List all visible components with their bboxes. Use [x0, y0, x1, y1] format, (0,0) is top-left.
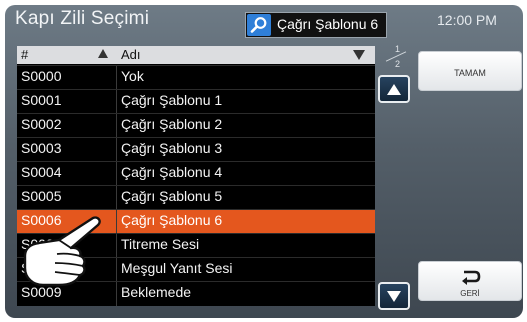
table-header: # Adı: [17, 46, 375, 64]
table-row[interactable]: S0000 Yok: [17, 65, 375, 90]
row-number: S0000: [21, 68, 62, 84]
back-label: GERİ: [460, 289, 480, 298]
column-divider: [116, 162, 117, 186]
column-divider: [116, 234, 117, 258]
row-number: S0001: [21, 92, 62, 108]
row-name: Titreme Sesi: [121, 236, 200, 252]
column-header-name[interactable]: Adı: [121, 47, 141, 62]
table-row[interactable]: S0003 Çağrı Şablonu 3: [17, 137, 375, 162]
row-number: S0003: [21, 140, 62, 156]
scroll-down-button[interactable]: [378, 282, 410, 310]
dropdown-icon[interactable]: [353, 50, 365, 60]
arrow-down-icon: [387, 291, 401, 302]
column-divider: [116, 114, 117, 138]
search-field[interactable]: Çağrı Şablonu 6: [245, 12, 387, 38]
row-name: Çağrı Şablonu 6: [121, 212, 223, 228]
return-arrow-icon: [462, 270, 481, 285]
table-row[interactable]: S0001 Çağrı Şablonu 1: [17, 89, 375, 114]
row-name: Çağrı Şablonu 1: [121, 92, 223, 108]
clock: 12:00 PM: [437, 12, 497, 28]
row-number: S0004: [21, 164, 62, 180]
search-icon: [250, 17, 267, 33]
hand-pointer-icon: [23, 216, 101, 287]
column-divider: [116, 186, 117, 210]
column-divider: [116, 210, 117, 234]
search-value: Çağrı Şablonu 6: [277, 16, 379, 32]
scroll-controls: 1 2: [376, 44, 416, 310]
row-name: Beklemede: [121, 284, 192, 300]
row-name: Çağrı Şablonu 5: [121, 188, 223, 204]
back-button[interactable]: GERİ: [418, 261, 522, 301]
table-row[interactable]: S0002 Çağrı Şablonu 2: [17, 113, 375, 138]
ok-button[interactable]: TAMAM: [418, 51, 522, 91]
table-row[interactable]: S0005 Çağrı Şablonu 5: [17, 185, 375, 210]
arrow-up-icon: [387, 84, 401, 95]
current-page: 1: [395, 44, 401, 54]
column-divider: [116, 258, 117, 282]
total-pages: 2: [395, 59, 401, 69]
search-button[interactable]: [247, 14, 271, 36]
row-name: Çağrı Şablonu 4: [121, 164, 223, 180]
column-divider: [116, 90, 117, 114]
scroll-up-button[interactable]: [378, 75, 410, 103]
table-row[interactable]: S0004 Çağrı Şablonu 4: [17, 161, 375, 186]
column-divider: [116, 138, 117, 162]
row-name: Yok: [121, 68, 144, 84]
row-number: S0005: [21, 188, 62, 204]
page-title: Kapı Zili Seçimi: [15, 8, 150, 29]
row-number: S0002: [21, 116, 62, 132]
row-name: Çağrı Şablonu 3: [121, 140, 223, 156]
row-name: Çağrı Şablonu 2: [121, 116, 223, 132]
sort-ascending-icon[interactable]: [98, 49, 108, 58]
row-name: Meşgul Yanıt Sesi: [121, 260, 233, 276]
column-divider: [116, 66, 117, 90]
intercom-screen: Kapı Zili Seçimi Çağrı Şablonu 6 12:00 P…: [5, 5, 523, 318]
column-header-number[interactable]: #: [21, 47, 28, 62]
ok-label: TAMAM: [454, 68, 486, 78]
column-divider: [116, 282, 117, 306]
page-indicator: 1 2: [376, 44, 416, 72]
